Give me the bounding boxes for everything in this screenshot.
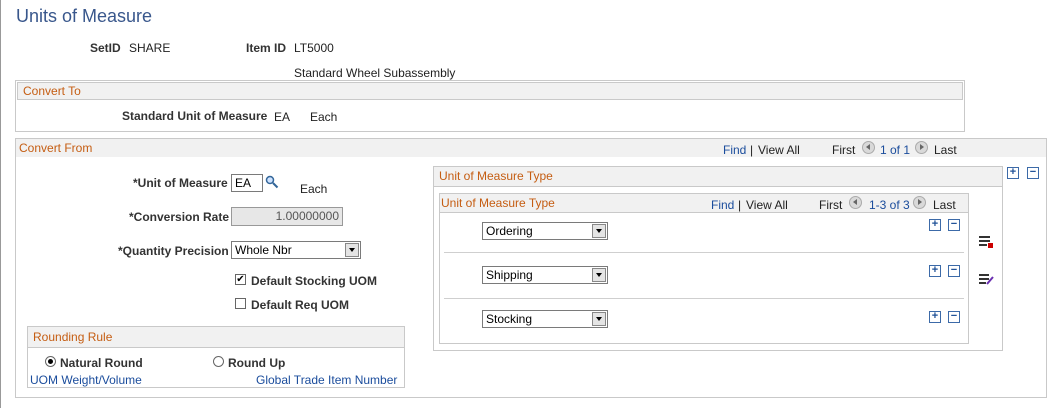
item-description: Standard Wheel Subassembly	[294, 66, 456, 80]
chevron-down-icon	[592, 224, 606, 238]
rounding-title: Rounding Rule	[33, 330, 113, 344]
add-uom-type-button[interactable]: +	[929, 265, 941, 277]
minus-icon: −	[950, 310, 958, 322]
uom-input[interactable]: EA	[231, 174, 263, 192]
uom-type-find-link[interactable]: Find	[711, 198, 734, 212]
minus-icon: −	[1029, 166, 1037, 178]
edit-checklist-icon[interactable]	[978, 272, 994, 288]
gtin-link[interactable]: Global Trade Item Number	[256, 373, 397, 387]
view-detail-icon[interactable]	[978, 234, 994, 250]
convert-to-title: Convert To	[23, 84, 81, 98]
convert-from-first: First	[832, 143, 856, 157]
row-divider	[444, 252, 964, 253]
find-separator: |	[750, 143, 754, 157]
std-uom-code: EA	[274, 110, 291, 124]
lookup-magnifier-icon[interactable]	[265, 175, 279, 189]
convert-from-find-link[interactable]: Find	[723, 143, 746, 157]
setid-label: SetID	[90, 41, 121, 55]
uom-type-prev-icon[interactable]	[849, 196, 862, 209]
default-stocking-label: Default Stocking UOM	[251, 274, 378, 288]
precision-select[interactable]: Whole Nbr	[231, 241, 361, 259]
rate-label: *Conversion Rate	[129, 210, 230, 224]
uom-type-select-ordering[interactable]: Ordering	[482, 222, 608, 240]
default-stocking-checkbox[interactable]: ✔	[235, 274, 246, 285]
uom-input-value: EA	[235, 176, 252, 190]
convert-from-title: Convert From	[19, 141, 93, 155]
precision-label: *Quantity Precision	[118, 244, 229, 258]
uom-label: *Unit of Measure	[133, 176, 228, 190]
setid-value: SHARE	[129, 41, 171, 55]
add-uom-type-button[interactable]: +	[929, 311, 941, 323]
plus-icon: +	[931, 218, 939, 230]
rounding-header: Rounding Rule	[27, 326, 405, 348]
uom-type-first: First	[819, 198, 843, 212]
plus-icon: +	[931, 264, 939, 276]
uom-type-outer-title: Unit of Measure Type	[439, 169, 553, 183]
std-uom-label: Standard Unit of Measure	[122, 109, 268, 123]
round-up-label: Round Up	[228, 356, 286, 370]
uom-type-outer-header: Unit of Measure Type	[433, 166, 1003, 187]
delete-uom-type-button[interactable]: −	[948, 265, 960, 277]
next-arrow-icon[interactable]	[915, 141, 928, 154]
uom-type-value: Ordering	[486, 224, 533, 238]
delete-uom-type-button[interactable]: −	[948, 311, 960, 323]
row-divider	[444, 298, 964, 299]
uom-weight-link[interactable]: UOM Weight/Volume	[30, 373, 142, 387]
default-req-label: Default Req UOM	[251, 298, 350, 312]
convert-from-last: Last	[934, 143, 957, 157]
uom-type-select-shipping[interactable]: Shipping	[482, 266, 608, 284]
delete-uom-type-button[interactable]: −	[948, 219, 960, 231]
rate-input-value: 1.00000000	[275, 209, 339, 223]
page-title: Units of Measure	[16, 6, 153, 26]
std-uom-desc: Each	[310, 110, 338, 124]
uom-type-value: Shipping	[486, 268, 533, 282]
plus-icon: +	[1009, 166, 1017, 178]
uom-type-next-icon[interactable]	[913, 196, 926, 209]
chevron-down-icon	[345, 243, 359, 257]
convert-from-pager: 1 of 1	[880, 143, 911, 157]
default-req-checkbox[interactable]	[235, 298, 246, 309]
minus-icon: −	[950, 264, 958, 276]
chevron-down-icon	[592, 312, 606, 326]
uom-desc: Each	[300, 182, 328, 196]
check-icon: ✔	[236, 274, 245, 285]
itemid-label: Item ID	[246, 41, 287, 55]
uom-type-grid-title: Unit of Measure Type	[441, 196, 555, 210]
left-border	[0, 0, 1, 408]
uom-type-select-stocking[interactable]: Stocking	[482, 310, 608, 328]
convert-to-header: Convert To	[17, 82, 963, 100]
add-row-button[interactable]: +	[1007, 167, 1019, 179]
chevron-down-icon	[592, 268, 606, 282]
add-uom-type-button[interactable]: +	[929, 219, 941, 231]
itemid-value: LT5000	[294, 41, 334, 55]
round-up-radio[interactable]	[213, 356, 224, 367]
uom-type-find-separator: |	[738, 198, 742, 212]
plus-icon: +	[931, 310, 939, 322]
convert-from-view-all[interactable]: View All	[758, 143, 800, 157]
prev-arrow-icon[interactable]	[862, 141, 875, 154]
natural-round-radio[interactable]	[45, 356, 56, 367]
rate-input[interactable]: 1.00000000	[231, 207, 343, 226]
minus-icon: −	[950, 218, 958, 230]
precision-select-value: Whole Nbr	[235, 243, 292, 257]
uom-type-pager: 1-3 of 3	[869, 198, 910, 212]
uom-type-view-all[interactable]: View All	[746, 198, 788, 212]
natural-round-label: Natural Round	[60, 356, 143, 370]
uom-type-last: Last	[933, 198, 956, 212]
delete-row-button[interactable]: −	[1027, 167, 1039, 179]
uom-type-value: Stocking	[486, 312, 533, 326]
